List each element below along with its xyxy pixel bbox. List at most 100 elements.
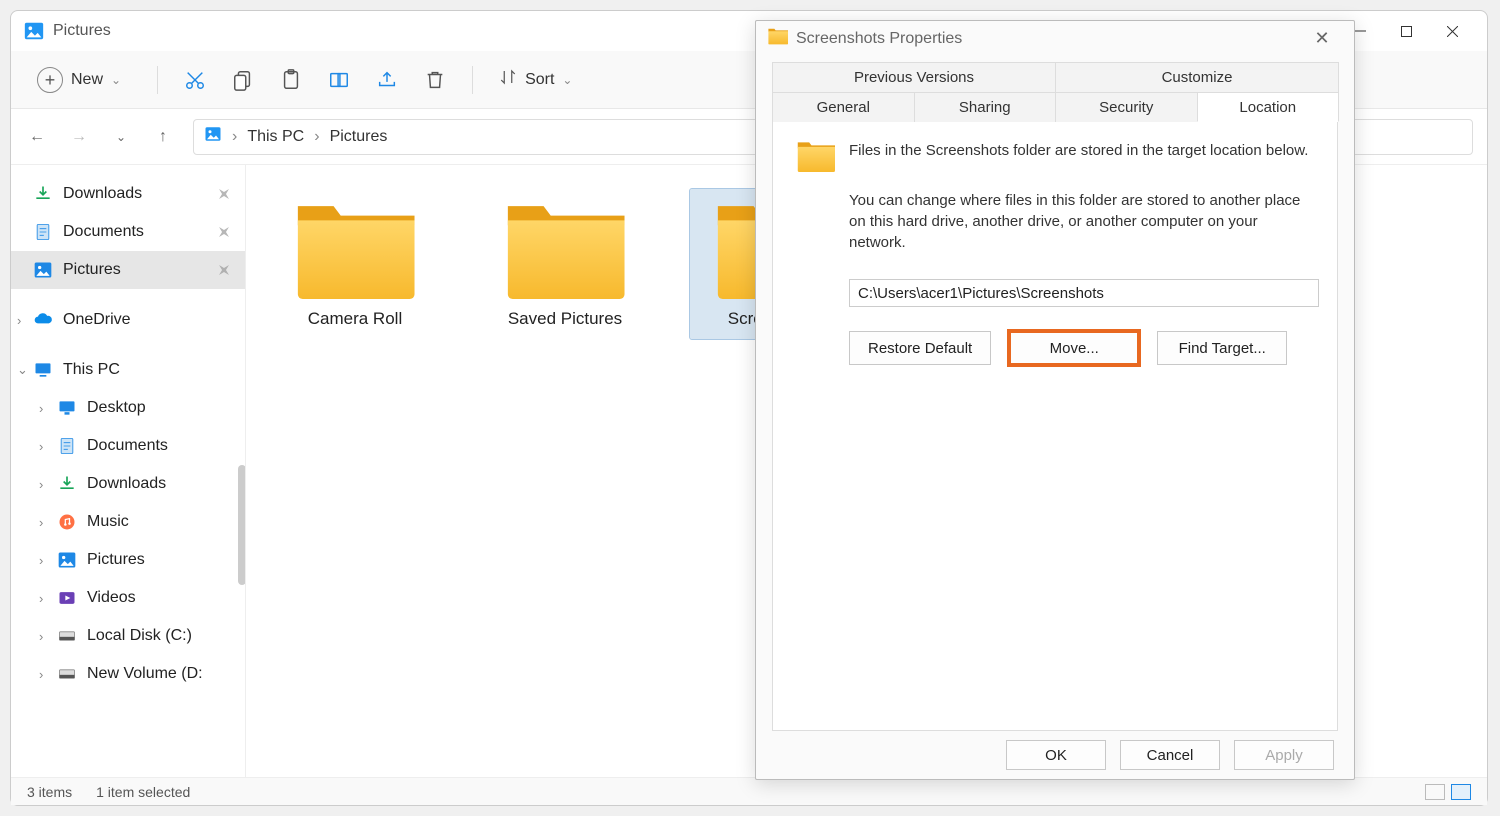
tab-general[interactable]: General	[772, 92, 915, 122]
expander-icon[interactable]: ›	[39, 667, 53, 682]
cut-icon[interactable]	[184, 69, 206, 91]
sidebar-item-label: OneDrive	[63, 311, 131, 329]
delete-icon[interactable]	[424, 69, 446, 91]
chevron-down-icon: ⌄	[562, 73, 572, 87]
document-icon	[33, 222, 53, 242]
copy-icon[interactable]	[232, 69, 254, 91]
icons-view-icon[interactable]	[1451, 784, 1471, 800]
cancel-button[interactable]: Cancel	[1120, 740, 1220, 770]
chevron-down-icon: ⌄	[111, 73, 121, 87]
sort-icon	[499, 68, 517, 91]
back-button[interactable]: ←	[25, 125, 49, 149]
chevron-right-icon: ›	[314, 128, 319, 146]
folder-camera-roll[interactable]: Camera Roll	[270, 189, 440, 339]
sidebar-item-local-disk-c-[interactable]: › Local Disk (C:)	[11, 617, 245, 655]
restore-default-button[interactable]: Restore Default	[849, 331, 991, 365]
sidebar-item-this-pc[interactable]: ⌄This PC	[11, 351, 245, 389]
status-bar: 3 items 1 item selected	[11, 777, 1487, 805]
tab-security[interactable]: Security	[1055, 92, 1198, 122]
download-icon	[57, 474, 77, 494]
sidebar-item-downloads[interactable]: › Downloads	[11, 465, 245, 503]
sidebar-item-new-volume-d-[interactable]: › New Volume (D:	[11, 655, 245, 693]
sidebar-item-videos[interactable]: › Videos	[11, 579, 245, 617]
location-description-1: Files in the Screenshots folder are stor…	[849, 140, 1308, 172]
maximize-button[interactable]	[1383, 15, 1429, 47]
sidebar-item-music[interactable]: › Music	[11, 503, 245, 541]
folder-icon	[295, 199, 415, 299]
view-toggle[interactable]	[1425, 784, 1471, 800]
sidebar-item-label: New Volume (D:	[87, 665, 203, 683]
folder-saved-pictures[interactable]: Saved Pictures	[480, 189, 650, 339]
dialog-close-button[interactable]: ✕	[1302, 24, 1342, 54]
properties-dialog: Screenshots Properties ✕ Previous Versio…	[755, 20, 1355, 780]
tab-previous-versions[interactable]: Previous Versions	[772, 62, 1056, 92]
details-view-icon[interactable]	[1425, 784, 1445, 800]
paste-icon[interactable]	[280, 69, 302, 91]
ok-button[interactable]: OK	[1006, 740, 1106, 770]
sidebar-item-pictures[interactable]: Pictures	[11, 251, 245, 289]
folder-icon	[797, 140, 835, 172]
expander-icon[interactable]: ›	[39, 629, 53, 644]
thispc-icon	[33, 360, 53, 380]
expander-icon[interactable]: ⌄	[17, 362, 31, 378]
sidebar-item-label: Documents	[63, 223, 144, 241]
sidebar-item-documents[interactable]: › Documents	[11, 427, 245, 465]
find-target-button[interactable]: Find Target...	[1157, 331, 1287, 365]
expander-icon[interactable]: ›	[39, 591, 53, 606]
expander-icon[interactable]: ›	[39, 439, 53, 454]
sidebar-item-documents[interactable]: Documents	[11, 213, 245, 251]
sidebar-item-downloads[interactable]: Downloads	[11, 175, 245, 213]
up-button[interactable]: ↑	[151, 125, 175, 149]
sort-button[interactable]: Sort ⌄	[499, 68, 572, 91]
disk-icon	[57, 626, 77, 646]
forward-button[interactable]: →	[67, 125, 91, 149]
expander-icon[interactable]: ›	[39, 553, 53, 568]
sidebar-item-label: Local Disk (C:)	[87, 627, 192, 645]
download-icon	[33, 184, 53, 204]
folder-label: Saved Pictures	[508, 309, 622, 329]
explorer-title: Pictures	[53, 22, 111, 40]
pictures-icon	[57, 550, 77, 570]
sidebar-item-label: Documents	[87, 437, 168, 455]
sidebar-item-label: Pictures	[87, 551, 145, 569]
dialog-title: Screenshots Properties	[796, 30, 962, 48]
sidebar-item-pictures[interactable]: › Pictures	[11, 541, 245, 579]
pictures-icon	[33, 260, 53, 280]
sidebar-item-desktop[interactable]: › Desktop	[11, 389, 245, 427]
folder-label: Camera Roll	[308, 309, 402, 329]
folder-icon	[768, 27, 788, 50]
sidebar-item-label: Pictures	[63, 261, 121, 279]
crumb-current[interactable]: Pictures	[330, 128, 388, 146]
folder-icon	[505, 199, 625, 299]
sidebar-item-label: Desktop	[87, 399, 146, 417]
chevron-right-icon: ›	[232, 128, 237, 146]
recent-dropdown[interactable]: ⌄	[109, 125, 133, 149]
videos-icon	[57, 588, 77, 608]
sidebar-item-label: Downloads	[87, 475, 166, 493]
dialog-titlebar: Screenshots Properties ✕	[756, 21, 1354, 56]
crumb-root[interactable]: This PC	[247, 128, 304, 146]
location-path-input[interactable]: C:\Users\acer1\Pictures\Screenshots	[849, 279, 1319, 307]
tab-customize[interactable]: Customize	[1055, 62, 1339, 92]
close-button[interactable]	[1429, 15, 1475, 47]
expander-icon[interactable]: ›	[39, 477, 53, 492]
dialog-footer: OK Cancel Apply	[756, 731, 1354, 779]
tab-location-panel: Files in the Screenshots folder are stor…	[772, 121, 1338, 731]
sidebar-item-label: Music	[87, 513, 129, 531]
expander-icon[interactable]: ›	[17, 313, 31, 328]
sidebar-item-onedrive[interactable]: › OneDrive	[11, 301, 245, 339]
tab-sharing[interactable]: Sharing	[914, 92, 1057, 122]
sidebar-item-label: Videos	[87, 589, 136, 607]
share-icon[interactable]	[376, 69, 398, 91]
selection-count: 1 item selected	[96, 784, 190, 800]
expander-icon[interactable]: ›	[39, 401, 53, 416]
disk-icon	[57, 664, 77, 684]
new-button[interactable]: + New ⌄	[27, 61, 131, 99]
expander-icon[interactable]: ›	[39, 515, 53, 530]
tab-location[interactable]: Location	[1197, 92, 1340, 122]
apply-button[interactable]: Apply	[1234, 740, 1334, 770]
rename-icon[interactable]	[328, 69, 350, 91]
move-button[interactable]: Move...	[1009, 331, 1139, 365]
sidebar: Downloads Documents Pictures › OneDrive ⌄This…	[11, 165, 246, 777]
onedrive-icon	[33, 310, 53, 330]
